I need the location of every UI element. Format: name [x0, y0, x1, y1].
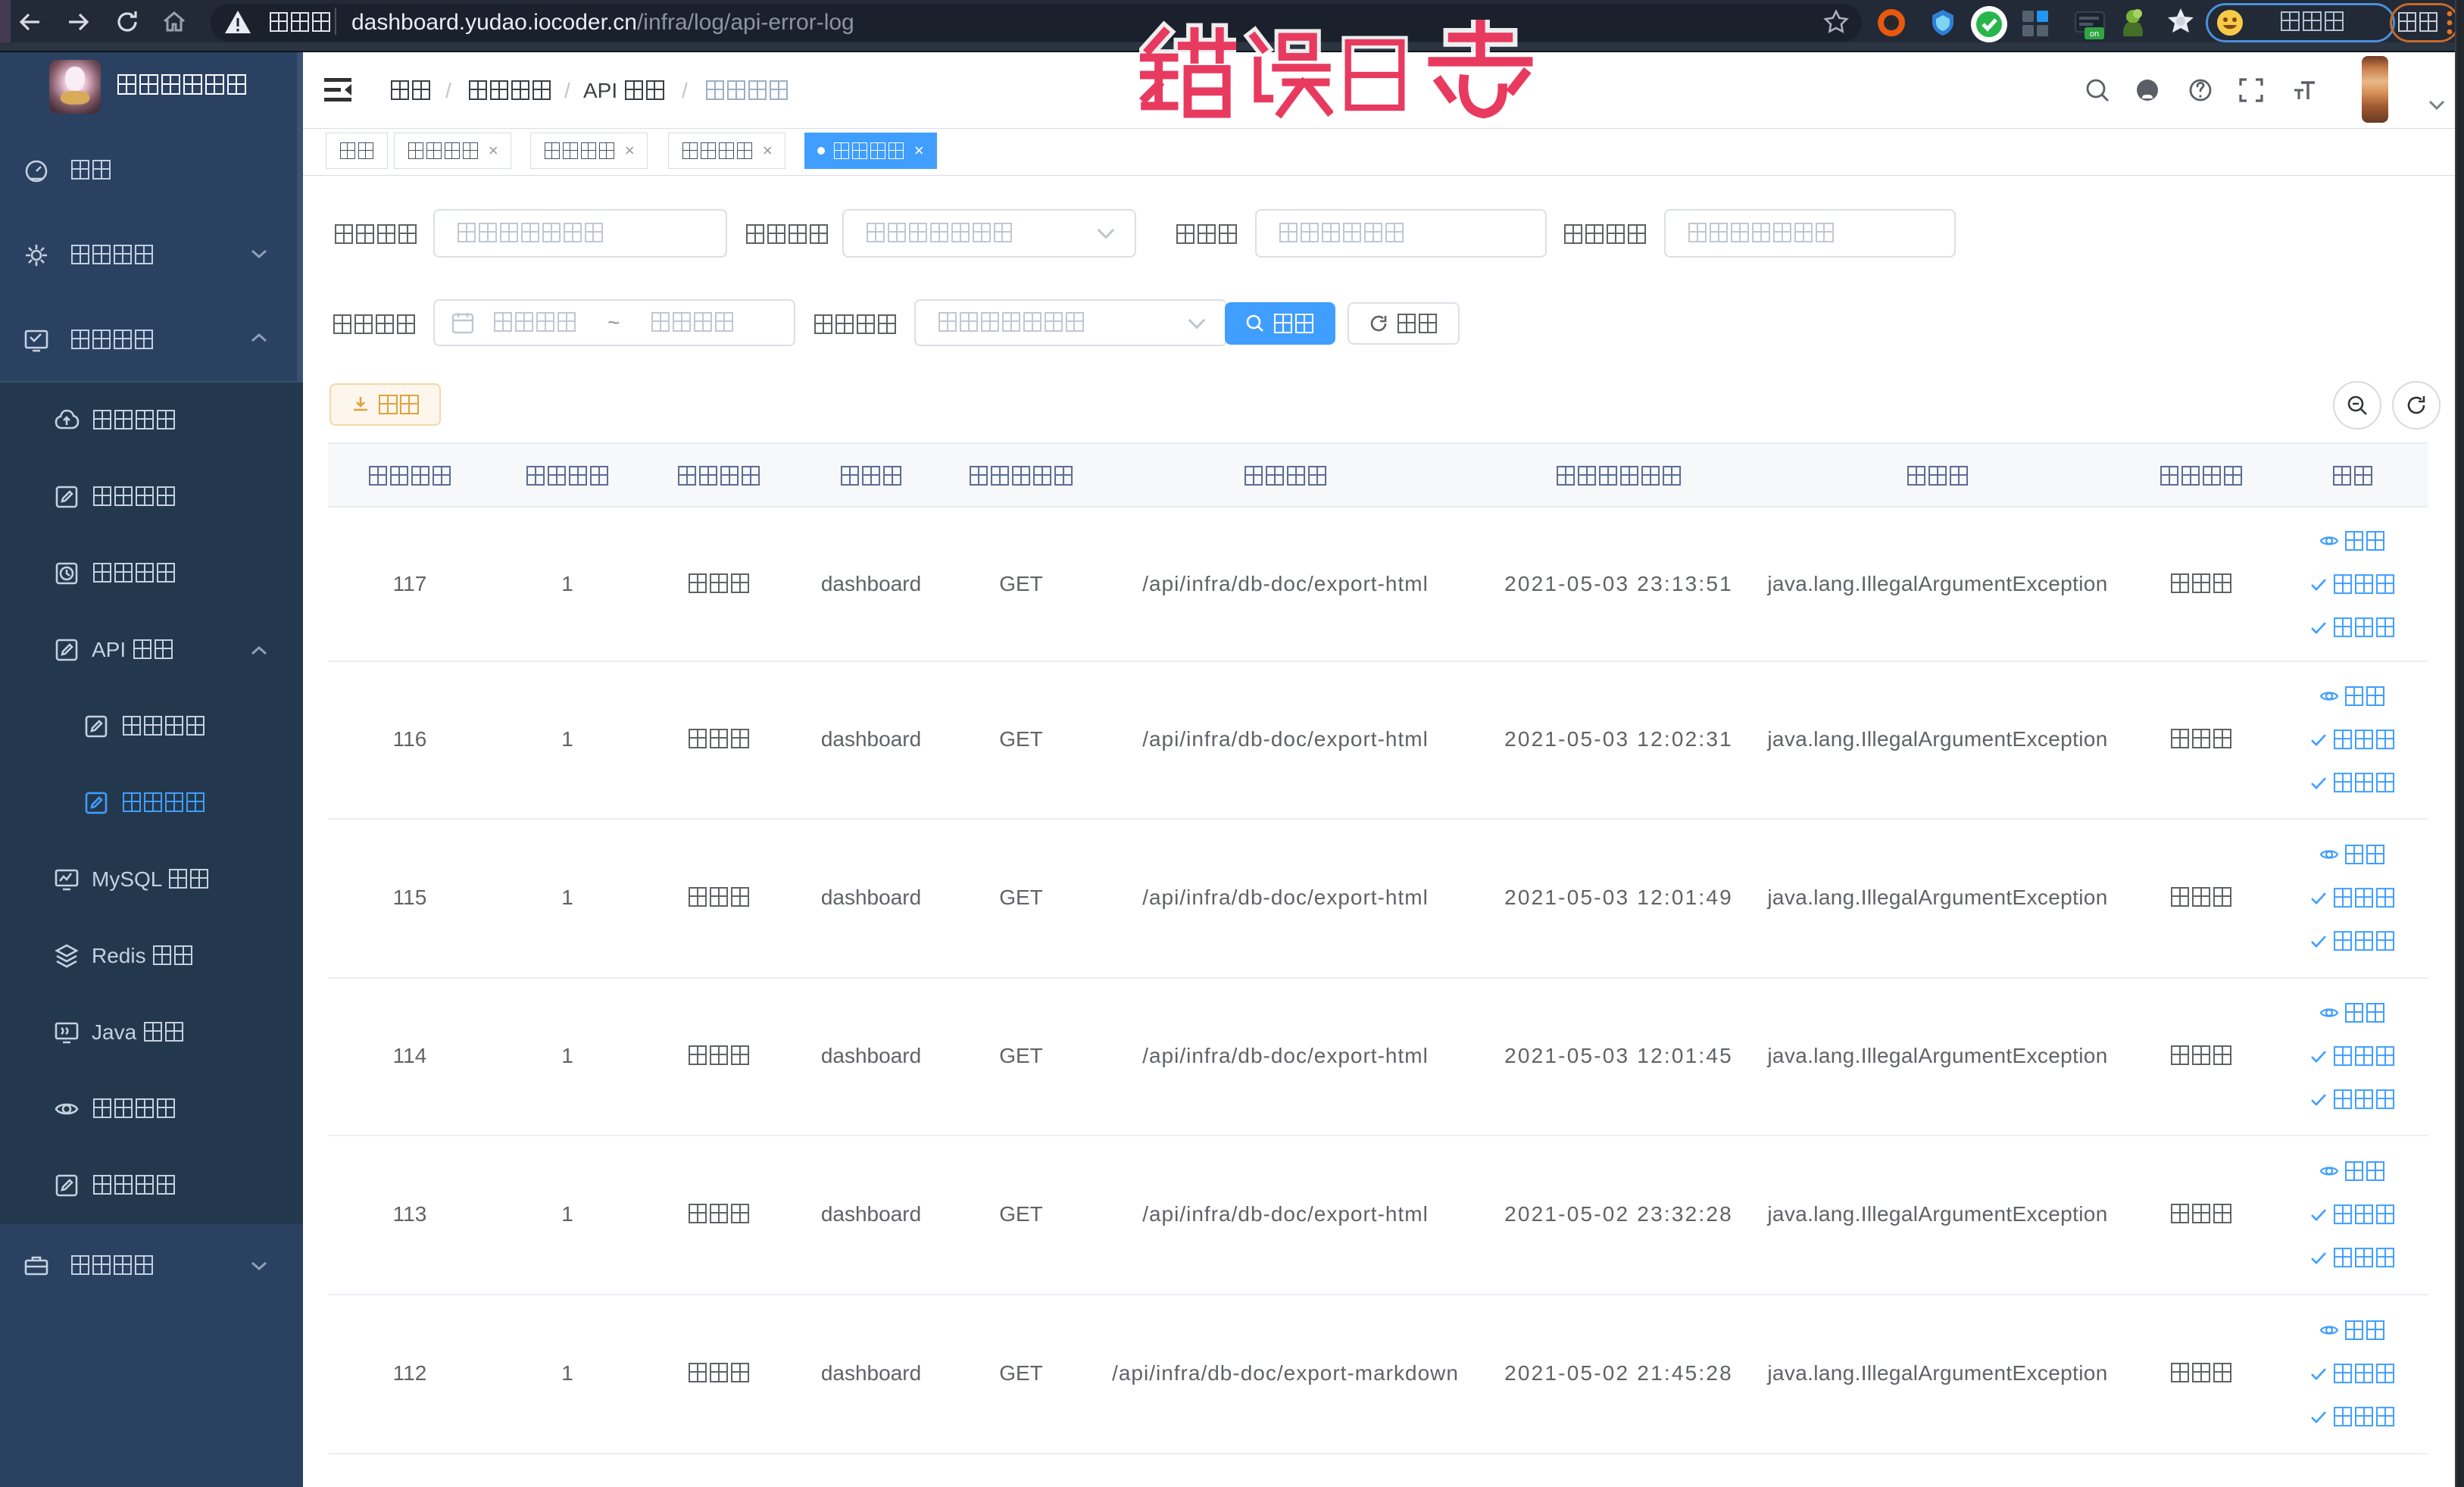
svg-text:on: on — [2090, 30, 2099, 39]
